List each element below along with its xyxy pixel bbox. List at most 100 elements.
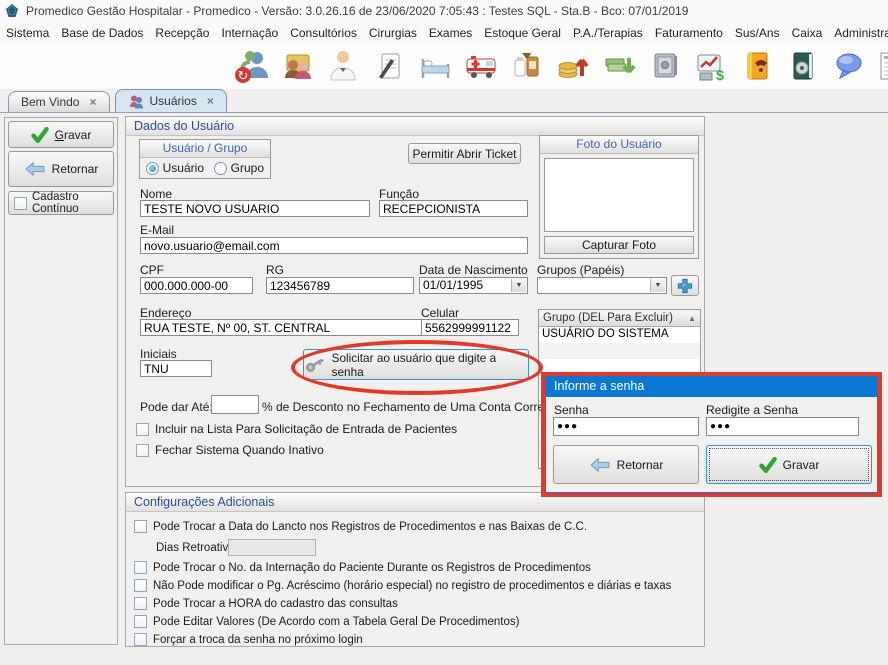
check-icon: [31, 127, 49, 143]
funcao-input[interactable]: [379, 200, 528, 217]
menu-item[interactable]: Sus/Ans: [729, 26, 786, 40]
list-item-empty: [539, 343, 700, 359]
grupo-list-header[interactable]: Grupo (DEL Para Excluir) ▲: [539, 310, 700, 327]
retornar-button[interactable]: Retornar: [8, 151, 114, 187]
incluir-lista-checkbox[interactable]: Incluir na Lista Para Solicitação de Ent…: [136, 422, 457, 436]
rg-label: RG: [266, 263, 284, 277]
menu-item[interactable]: Administração: [828, 26, 888, 40]
dialog-retornar-button[interactable]: Retornar: [553, 445, 699, 484]
senha-input[interactable]: [553, 417, 699, 436]
foto-title: Foto do Usuário: [540, 136, 698, 154]
fechar-sistema-checkbox[interactable]: Fechar Sistema Quando Inativo: [136, 443, 324, 457]
iniciais-input[interactable]: [140, 360, 212, 377]
dias-retroativos-input[interactable]: [228, 539, 316, 556]
menu-item[interactable]: Exames: [423, 26, 478, 40]
menu-item[interactable]: Cirurgias: [363, 26, 423, 40]
grupos-papeis-combo[interactable]: ▼: [537, 277, 667, 294]
tab-label: Bem Vindo: [21, 95, 79, 109]
menu-item[interactable]: Consultórios: [284, 26, 363, 40]
rg-input[interactable]: [266, 277, 414, 294]
endereco-label: Endereço: [140, 306, 191, 320]
phonebook-icon[interactable]: [734, 44, 780, 88]
nome-input[interactable]: [140, 200, 370, 217]
trocar-data-lancto-checkbox[interactable]: Pode Trocar a Data do Lancto nos Registr…: [134, 520, 587, 533]
solicitar-senha-button[interactable]: Solicitar ao usuário que digite a senha: [303, 349, 529, 380]
data-nascimento-combo[interactable]: 01/01/1995 ▼: [419, 277, 528, 294]
trocar-hora-checkbox[interactable]: Pode Trocar a HORA do cadastro das consu…: [134, 597, 398, 610]
pode-dar-ate-label: Pode dar Até:: [140, 400, 213, 414]
dialog-gravar-button[interactable]: Gravar: [706, 445, 872, 484]
iniciais-label: Iniciais: [140, 347, 177, 361]
email-input[interactable]: [140, 237, 528, 254]
billing-icon[interactable]: $: [688, 44, 734, 88]
forcar-troca-senha-checkbox[interactable]: Forçar a troca da senha no próximo login: [134, 633, 363, 646]
hospital-bed-icon[interactable]: [412, 44, 458, 88]
retornar-label: Retornar: [52, 162, 99, 176]
trocar-internacao-checkbox[interactable]: Pode Trocar o No. da Internação do Pacie…: [134, 561, 591, 574]
users-records-icon[interactable]: [274, 44, 320, 88]
chevron-down-icon[interactable]: ▼: [650, 279, 665, 292]
menu-item[interactable]: Faturamento: [649, 26, 729, 40]
tab-close-icon[interactable]: ×: [89, 95, 96, 109]
tab-label: Usuários: [150, 94, 197, 108]
prescription-icon[interactable]: [366, 44, 412, 88]
config-adicionais-panel: Configurações Adicionais Pode Trocar a D…: [125, 492, 705, 647]
usuario-grupo-title: Usuário / Grupo: [140, 140, 270, 158]
usuario-grupo-group: Usuário / Grupo Usuário Grupo: [139, 139, 271, 179]
celular-input[interactable]: [421, 319, 519, 336]
chat-icon[interactable]: [826, 44, 872, 88]
menu-item[interactable]: Sistema: [0, 26, 55, 40]
cadastro-continuo-checkbox[interactable]: Cadastro Contínuo: [8, 191, 114, 215]
menu-item[interactable]: Caixa: [786, 26, 829, 40]
safe-icon[interactable]: [642, 44, 688, 88]
menu-item[interactable]: Estoque Geral: [478, 26, 567, 40]
pharmacy-icon[interactable]: [504, 44, 550, 88]
checkbox-icon: [134, 597, 147, 610]
report-form-icon[interactable]: [872, 44, 888, 88]
radio-grupo[interactable]: [214, 162, 227, 175]
menu-item[interactable]: Base de Dados: [55, 26, 149, 40]
expense-down-icon[interactable]: [596, 44, 642, 88]
funcao-label: Função: [379, 187, 419, 201]
checkbox-icon: [134, 615, 147, 628]
desconto-suffix-label: % de Desconto no Fechamento de Uma Conta…: [262, 400, 561, 414]
chevron-down-icon[interactable]: ▼: [511, 279, 526, 292]
nome-label: Nome: [140, 187, 172, 201]
back-arrow-icon: [24, 161, 46, 177]
email-label: E-Mail: [140, 223, 174, 237]
editar-valores-checkbox[interactable]: Pode Editar Valores (De Acordo com a Tab…: [134, 615, 519, 628]
add-grupo-button[interactable]: [671, 275, 699, 296]
sort-asc-icon[interactable]: ▲: [688, 314, 696, 323]
desconto-input[interactable]: [211, 395, 259, 414]
patients-sync-icon[interactable]: ↻: [228, 44, 274, 88]
nao-modificar-acrescimo-checkbox[interactable]: Não Pode modificar o Pg. Acréscimo (horá…: [134, 579, 671, 592]
toolbar: ↻: [0, 43, 888, 89]
tab-bem-vindo[interactable]: Bem Vindo ×: [8, 91, 110, 112]
tab-close-icon[interactable]: ×: [207, 94, 214, 108]
list-item[interactable]: USUÁRIO DO SISTEMA: [539, 327, 700, 343]
foto-usuario-group: Foto do Usuário Capturar Foto: [539, 135, 699, 259]
radio-usuario[interactable]: [146, 162, 159, 175]
menu-item[interactable]: P.A./Terapias: [567, 26, 649, 40]
checkbox-icon: [14, 197, 27, 210]
ambulance-icon[interactable]: [458, 44, 504, 88]
dialog-title: Informe a senha: [546, 377, 877, 397]
redigite-senha-label: Redigite a Senha: [706, 403, 798, 417]
menu-item[interactable]: Recepção: [149, 26, 215, 40]
menu-item[interactable]: Internação: [215, 26, 284, 40]
svg-text:$: $: [716, 67, 724, 83]
capturar-foto-button[interactable]: Capturar Foto: [544, 236, 694, 254]
redigite-senha-input[interactable]: [706, 417, 859, 436]
gravar-button[interactable]: Gravar: [8, 121, 114, 148]
permitir-abrir-ticket-button[interactable]: Permitir Abrir Ticket: [408, 143, 521, 164]
check-icon: [759, 457, 777, 473]
checkbox-icon: [134, 633, 147, 646]
foto-preview: [544, 158, 694, 232]
doctor-icon[interactable]: [320, 44, 366, 88]
cpf-input[interactable]: [140, 277, 253, 294]
menu-bar: Sistema Base de Dados Recepção Internaçã…: [0, 22, 888, 43]
ledger-icon[interactable]: [780, 44, 826, 88]
revenue-up-icon[interactable]: [550, 44, 596, 88]
tab-usuarios[interactable]: Usuários ×: [115, 89, 227, 112]
radio-usuario-label: Usuário: [163, 161, 204, 175]
